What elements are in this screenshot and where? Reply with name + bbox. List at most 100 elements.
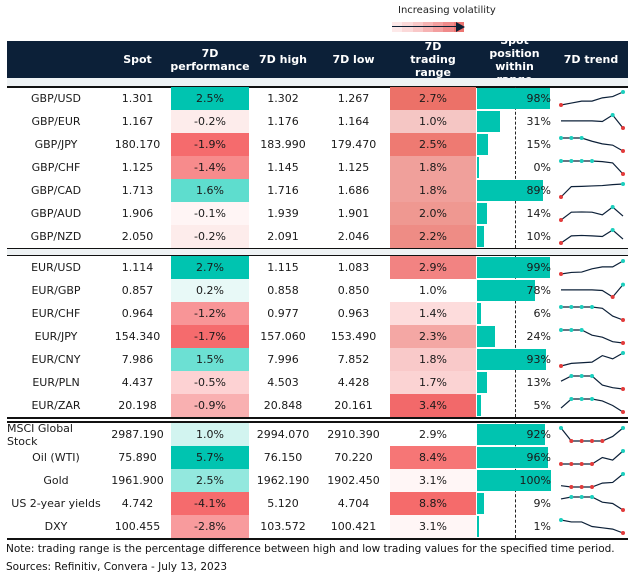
low-cell: 179.470 [317, 133, 390, 156]
spot-position-value: 24% [526, 330, 551, 343]
high-cell: 1.716 [249, 179, 317, 202]
instrument-name: GBP/USD [7, 87, 105, 110]
sparkline [560, 374, 625, 391]
spot-position-value: 78% [526, 284, 551, 297]
trend-cell [554, 110, 628, 133]
high-cell-value: 1962.190 [256, 474, 310, 487]
high-cell-value: 0.858 [267, 284, 299, 297]
sparkline-high-marker [621, 426, 625, 430]
performance-cell-value: 2.5% [196, 92, 224, 105]
header-spot: Spot [123, 53, 152, 66]
high-cell: 1.302 [249, 87, 317, 110]
sparkline [559, 90, 625, 107]
trend-cell [554, 302, 628, 325]
high-cell: 4.503 [249, 371, 317, 394]
trading-range-cell-value: 3.1% [419, 520, 447, 533]
sparkline-high-marker [621, 449, 625, 453]
sparkline-high-marker [579, 159, 584, 163]
trading-range-cell: 1.8% [390, 179, 476, 202]
low-cell-value: 4.428 [337, 376, 370, 389]
sparkline-path [560, 91, 624, 106]
trend-cell [554, 446, 628, 469]
instrument-name-value: EUR/ZAR [31, 399, 81, 412]
high-cell: 157.060 [249, 325, 317, 348]
gradient-step [433, 22, 444, 32]
instrument-name-value: DXY [44, 520, 68, 533]
table-row: EUR/JPY 154.340 -1.7% 157.060 153.490 2.3% 24% [7, 325, 628, 348]
low-cell-value: 70.220 [334, 451, 373, 464]
trading-range-cell: 3.1% [390, 515, 476, 538]
instrument-name: MSCI Global Stock [7, 421, 105, 448]
high-cell-value: 2.091 [267, 230, 299, 243]
sparkline-low-marker [621, 387, 625, 391]
performance-cell-value: -0.2% [194, 115, 226, 128]
sparkline-low-marker [621, 149, 625, 153]
table-row: GBP/NZD 2.050 -0.2% 2.091 2.046 2.2% 10% [7, 225, 628, 248]
gradient-step [412, 22, 423, 32]
sparkline-low-marker [559, 195, 563, 199]
sparkline-high-marker [621, 182, 625, 186]
low-cell: 0.850 [317, 279, 390, 302]
instrument-name: GBP/CAD [7, 179, 105, 202]
instrument-name-value: EUR/USD [31, 261, 81, 274]
instrument-name: GBP/CHF [7, 156, 105, 179]
sparkline-high-marker [559, 159, 563, 163]
sparkline [561, 282, 625, 299]
low-cell-value: 7.852 [337, 353, 370, 366]
spot-cell-value: 1.906 [121, 207, 154, 220]
instrument-name-value: GBP/AUD [30, 207, 82, 220]
spot-cell-value: 75.890 [118, 451, 157, 464]
low-cell: 2910.390 [317, 423, 390, 446]
spot-cell-value: 20.198 [118, 399, 157, 412]
sparkline-low-marker [621, 318, 625, 322]
high-cell: 1962.190 [249, 469, 317, 492]
sparkline-low-marker [559, 218, 563, 222]
spot-cell-value: 2.050 [121, 230, 154, 243]
trading-range-cell-value: 1.8% [419, 184, 447, 197]
trading-range-cell: 2.2% [390, 225, 476, 248]
instrument-name-value: GBP/USD [31, 92, 81, 105]
spot-cell: 4.742 [105, 492, 170, 515]
trading-range-cell: 2.0% [390, 202, 476, 225]
spot-position-value: 31% [526, 115, 551, 128]
spot-position-cell: 1% [476, 515, 553, 538]
sparkline [560, 397, 625, 414]
trading-range-cell: 2.5% [390, 133, 476, 156]
sparkline-low-marker [569, 485, 574, 489]
trading-range-cell-value: 2.9% [419, 261, 447, 274]
section-bottom-rule [7, 538, 628, 540]
performance-cell: 2.7% [171, 256, 249, 279]
high-cell: 2.091 [249, 225, 317, 248]
gradient-step [443, 22, 454, 32]
spot-position-value: 100% [519, 474, 551, 487]
high-cell-value: 103.572 [260, 520, 306, 533]
sparkline-path [560, 229, 624, 244]
instrument-name: US 2-year yields [7, 492, 105, 515]
trading-range-cell: 1.4% [390, 302, 476, 325]
header-7d-high: 7D high [259, 53, 307, 66]
sparkline [560, 472, 625, 489]
sparkline-high-marker [579, 397, 584, 401]
spot-cell-value: 7.986 [121, 353, 154, 366]
spot-position-cell: 5% [476, 394, 553, 417]
sparkline-path [560, 260, 624, 275]
performance-cell-value: -1.4% [194, 161, 226, 174]
trading-range-cell: 1.7% [390, 371, 476, 394]
spot-position-bar [477, 395, 481, 416]
high-cell-value: 157.060 [260, 330, 306, 343]
performance-cell-value: -1.7% [194, 330, 226, 343]
spot-position-bar [477, 157, 479, 178]
table-row: Gold 1961.900 2.5% 1962.190 1902.450 3.1% 100% [7, 469, 628, 492]
footer-note: Note: trading range is the percentage di… [6, 543, 615, 555]
table-header: Spot 7D performance 7D high 7D low 7D tr… [7, 34, 628, 86]
performance-cell-value: 5.7% [196, 451, 224, 464]
instrument-name-value: MSCI Global Stock [7, 421, 73, 448]
performance-cell: -0.2% [171, 110, 249, 133]
sparkline-path [560, 352, 624, 367]
performance-cell: -2.8% [171, 515, 249, 538]
spot-position-cell: 24% [476, 325, 553, 348]
spot-position-value: 98% [526, 92, 551, 105]
header-7d-trend: 7D trend [563, 53, 619, 66]
sparkline-path [561, 329, 624, 344]
high-cell-value: 20.848 [263, 399, 303, 412]
